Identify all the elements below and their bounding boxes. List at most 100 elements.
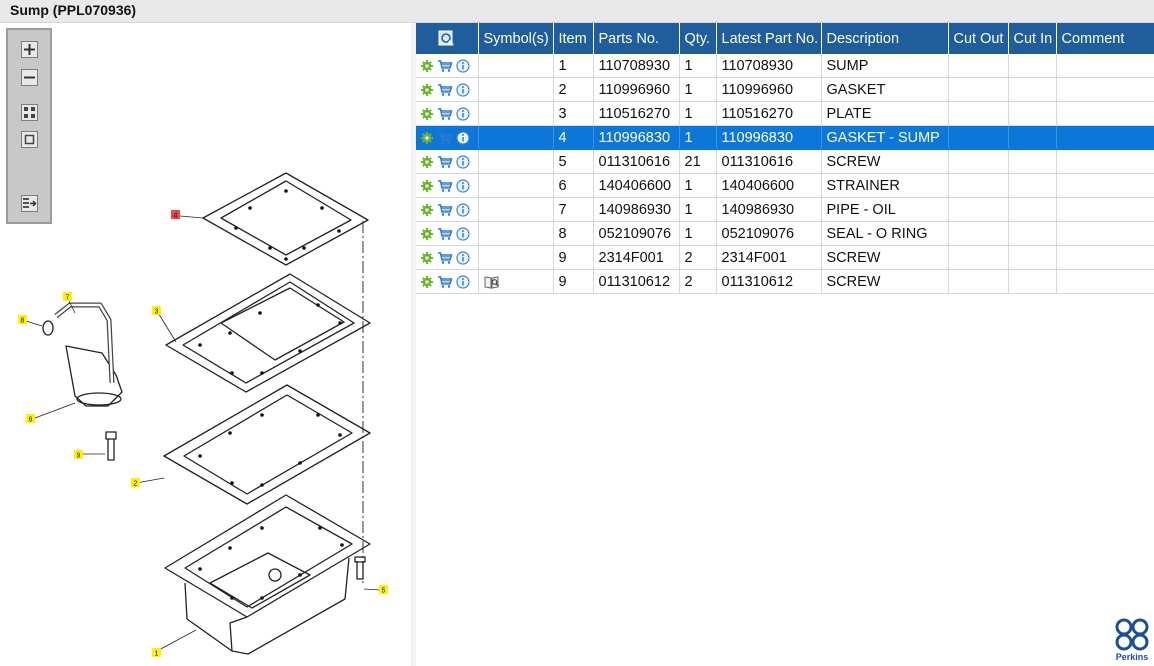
plate-part (165, 273, 371, 393)
cart-icon[interactable] (437, 203, 453, 217)
row-action-icons (416, 101, 479, 126)
column-header-parts-no[interactable]: Parts No. (593, 23, 680, 54)
screw-part-9 (105, 431, 117, 461)
column-header-latest-part-no[interactable]: Latest Part No. (716, 23, 822, 54)
info-icon[interactable] (456, 251, 470, 265)
cart-icon[interactable] (437, 131, 453, 145)
book-search-icon[interactable] (484, 275, 500, 289)
cell-cut-in (1008, 101, 1057, 126)
row-action-icons (416, 269, 479, 294)
cart-icon[interactable] (437, 179, 453, 193)
cell-cut-out (948, 245, 1009, 270)
table-row[interactable]: 8 052109076 1 052109076 SEAL - O RING (416, 221, 1154, 246)
diagram-panel[interactable]: 4 7 8 3 6 9 2 5 1 (0, 23, 412, 666)
gear-icon[interactable] (420, 59, 434, 73)
cart-icon[interactable] (437, 155, 453, 169)
cell-item: 6 (553, 173, 594, 198)
cell-latest-part-no: 011310612 (716, 269, 822, 294)
table-row[interactable]: 4 110996830 1 110996830 GASKET - SUMP (416, 125, 1154, 150)
cell-latest-part-no: 110708930 (716, 54, 822, 78)
gear-icon[interactable] (420, 155, 434, 169)
table-row[interactable]: 7 140986930 1 140986930 PIPE - OIL (416, 197, 1154, 222)
gear-icon[interactable] (420, 203, 434, 217)
column-header-search[interactable] (416, 23, 479, 54)
cart-icon[interactable] (437, 227, 453, 241)
column-header-cut-out[interactable]: Cut Out (948, 23, 1009, 54)
table-row[interactable]: 3 110516270 1 110516270 PLATE (416, 101, 1154, 126)
cell-symbols (478, 221, 554, 246)
cell-latest-part-no: 011310616 (716, 149, 822, 174)
column-header-comment[interactable]: Comment (1056, 23, 1154, 54)
cart-icon[interactable] (437, 275, 453, 289)
cell-item: 8 (553, 221, 594, 246)
cell-description: SEAL - O RING (821, 221, 949, 246)
cell-latest-part-no: 140406600 (716, 173, 822, 198)
cell-comment (1056, 125, 1154, 150)
search-icon[interactable] (438, 30, 455, 47)
cell-parts-no: 110516270 (593, 101, 680, 126)
table-row[interactable]: 2 110996960 1 110996960 GASKET (416, 77, 1154, 102)
callout-label: 9 (77, 453, 81, 460)
table-row[interactable]: 9 2314F001 2 2314F001 SCREW (416, 245, 1154, 270)
gear-icon[interactable] (420, 227, 434, 241)
info-icon[interactable] (456, 179, 470, 193)
column-header-description[interactable]: Description (821, 23, 949, 54)
column-header-symbols[interactable]: Symbol(s) (478, 23, 554, 54)
cart-icon[interactable] (437, 107, 453, 121)
seal-o-ring-part (42, 320, 54, 336)
cell-symbols (478, 54, 554, 78)
cell-latest-part-no: 110996830 (716, 125, 822, 150)
cell-cut-out (948, 197, 1009, 222)
gear-icon[interactable] (420, 131, 434, 145)
gear-icon[interactable] (420, 275, 434, 289)
info-icon[interactable] (456, 83, 470, 97)
table-row[interactable]: 1 110708930 1 110708930 SUMP (416, 54, 1154, 78)
callout-label: 2 (134, 481, 138, 488)
cell-cut-out (948, 221, 1009, 246)
info-icon[interactable] (456, 203, 470, 217)
callout-label: 6 (29, 417, 33, 424)
info-icon[interactable] (456, 107, 470, 121)
gear-icon[interactable] (420, 107, 434, 121)
info-icon[interactable] (456, 59, 470, 73)
cell-description: PIPE - OIL (821, 197, 949, 222)
row-action-icons (416, 197, 479, 222)
cell-qty: 1 (679, 77, 717, 102)
info-icon[interactable] (456, 131, 470, 145)
info-icon[interactable] (456, 155, 470, 169)
cell-qty: 1 (679, 197, 717, 222)
table-row[interactable]: 6 140406600 1 140406600 STRAINER (416, 173, 1154, 198)
column-header-qty[interactable]: Qty. (679, 23, 717, 54)
cell-parts-no: 110996830 (593, 125, 680, 150)
info-icon[interactable] (456, 227, 470, 241)
cell-cut-out (948, 125, 1009, 150)
cell-comment (1056, 101, 1154, 126)
row-action-icons (416, 125, 479, 150)
table-row[interactable]: 5 011310616 21 011310616 SCREW (416, 149, 1154, 174)
gear-icon[interactable] (420, 251, 434, 265)
cell-cut-in (1008, 149, 1057, 174)
cart-icon[interactable] (437, 59, 453, 73)
cart-icon[interactable] (437, 83, 453, 97)
gear-icon[interactable] (420, 83, 434, 97)
row-action-icons (416, 54, 479, 78)
cell-qty: 2 (679, 269, 717, 294)
gear-icon[interactable] (420, 179, 434, 193)
column-header-item[interactable]: Item (553, 23, 594, 54)
info-icon[interactable] (456, 275, 470, 289)
cell-description: GASKET - SUMP (821, 125, 949, 150)
cell-parts-no: 011310616 (593, 149, 680, 174)
table-header-row: Symbol(s) Item Parts No. Qty. Latest Par… (416, 23, 1154, 54)
table-row[interactable]: 9 011310612 2 011310612 SCREW (416, 269, 1154, 294)
cell-parts-no: 140986930 (593, 197, 680, 222)
cell-description: SCREW (821, 149, 949, 174)
cell-cut-in (1008, 54, 1057, 78)
row-action-icons (416, 221, 479, 246)
cell-latest-part-no: 052109076 (716, 221, 822, 246)
cell-qty: 1 (679, 125, 717, 150)
column-header-cut-in[interactable]: Cut In (1008, 23, 1057, 54)
cell-cut-out (948, 101, 1009, 126)
row-action-icons (416, 245, 479, 270)
cart-icon[interactable] (437, 251, 453, 265)
cell-cut-out (948, 77, 1009, 102)
